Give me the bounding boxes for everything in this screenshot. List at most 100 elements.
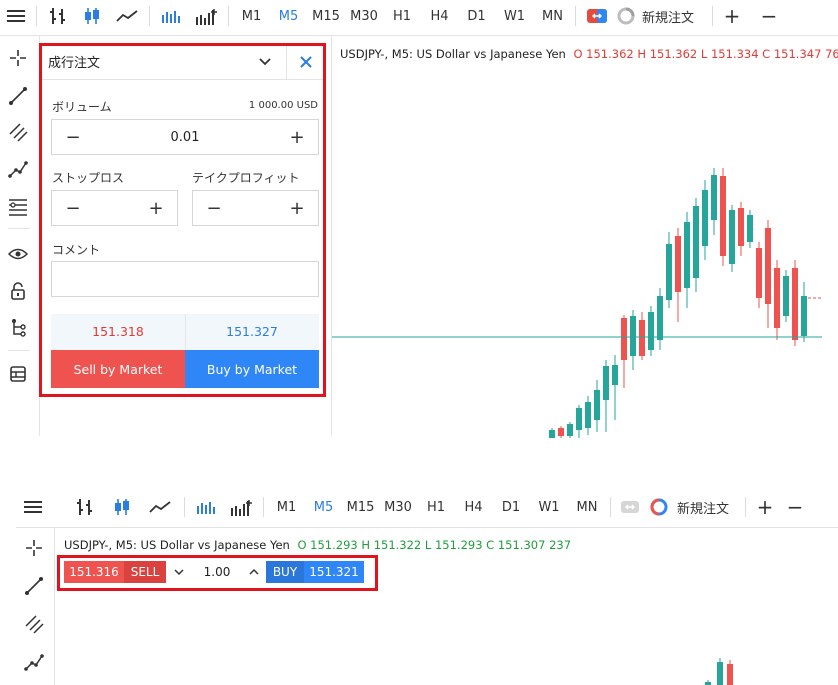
timeframe-h4[interactable]: H4 bbox=[455, 491, 492, 523]
candlestick-icon[interactable] bbox=[104, 491, 140, 523]
timeframe-m30[interactable]: M30 bbox=[379, 491, 417, 523]
candle-body bbox=[711, 175, 717, 220]
channel-icon[interactable] bbox=[18, 608, 50, 640]
candle-body bbox=[727, 664, 733, 685]
timeframe-m5[interactable]: M5 bbox=[305, 491, 342, 523]
toolbar-divider bbox=[0, 35, 838, 36]
toolbar-separator bbox=[745, 497, 746, 517]
trendline-icon[interactable] bbox=[18, 570, 50, 602]
candle-body bbox=[702, 190, 708, 246]
timeframe-h4[interactable]: H4 bbox=[421, 0, 458, 32]
indicators-icon[interactable] bbox=[223, 491, 259, 523]
candle-body bbox=[612, 365, 618, 385]
candle-body bbox=[603, 366, 609, 400]
toolbar-separator bbox=[228, 6, 229, 26]
candle-body bbox=[666, 244, 672, 300]
candle-body bbox=[657, 296, 663, 340]
zoom-in-button[interactable]: + bbox=[750, 491, 780, 523]
chart-symbol: USDJPY-, M5: US Dollar vs Japanese Yen bbox=[340, 47, 566, 61]
toolbar-separator bbox=[149, 6, 150, 26]
polyline-icon[interactable] bbox=[18, 646, 50, 678]
candle-body bbox=[639, 320, 645, 356]
one-click-trading-icon[interactable] bbox=[580, 0, 614, 32]
chart-symbol-title: USDJPY-, M5: US Dollar vs Japanese Yen O… bbox=[340, 47, 838, 61]
zoom-out-button[interactable]: − bbox=[747, 0, 791, 32]
chart-ohlc: O 151.362 H 151.362 L 151.334 C 151.347 … bbox=[573, 47, 838, 61]
timeframe-m30[interactable]: M30 bbox=[345, 0, 383, 32]
crosshair-icon[interactable] bbox=[18, 532, 50, 564]
menu-icon[interactable] bbox=[0, 491, 66, 523]
candle-body bbox=[648, 312, 654, 350]
candle-body bbox=[621, 318, 627, 360]
candle-body bbox=[630, 316, 636, 356]
lock-icon[interactable] bbox=[2, 275, 34, 307]
timeframe-m15[interactable]: M15 bbox=[307, 0, 345, 32]
candle-body bbox=[576, 408, 582, 430]
trendline-icon[interactable] bbox=[2, 80, 34, 112]
timeframe-h1[interactable]: H1 bbox=[417, 491, 455, 523]
candle-body bbox=[558, 428, 564, 436]
timeframe-w1[interactable]: W1 bbox=[495, 0, 534, 32]
candle-body bbox=[684, 222, 690, 288]
bottom-candlestick-chart bbox=[705, 658, 733, 685]
layers-icon[interactable] bbox=[2, 358, 34, 390]
timeframe-m1[interactable]: M1 bbox=[268, 491, 305, 523]
line-chart-icon[interactable] bbox=[140, 491, 180, 523]
new-order-icon[interactable] bbox=[645, 491, 673, 523]
new-order-icon[interactable] bbox=[614, 0, 638, 32]
bar-chart-icon[interactable] bbox=[41, 0, 75, 32]
top-candlestick-chart bbox=[332, 168, 822, 438]
timeframe-w1[interactable]: W1 bbox=[530, 491, 568, 523]
highlight-order-panel bbox=[39, 43, 326, 397]
timeframe-d1[interactable]: D1 bbox=[492, 491, 530, 523]
timeframe-m15[interactable]: M15 bbox=[342, 491, 379, 523]
candle-body bbox=[792, 268, 798, 340]
candle-body bbox=[567, 424, 573, 436]
menu-icon[interactable] bbox=[0, 0, 32, 32]
timeframe-d1[interactable]: D1 bbox=[458, 0, 495, 32]
candle-body bbox=[738, 208, 744, 246]
chart-ohlc: O 151.293 H 151.322 L 151.293 C 151.307 … bbox=[297, 538, 572, 552]
bottom-toolbar: M1 M5 M15 M30 H1 H4 D1 W1 MN 新規注文 + − bbox=[0, 491, 838, 523]
candle-body bbox=[549, 430, 555, 438]
line-chart-icon[interactable] bbox=[109, 0, 145, 32]
crosshair-icon[interactable] bbox=[2, 42, 34, 74]
indicators-icon[interactable] bbox=[188, 0, 224, 32]
candle-body bbox=[693, 206, 699, 278]
timeframe-m5[interactable]: M5 bbox=[270, 0, 307, 32]
new-order-button[interactable]: 新規注文 bbox=[673, 491, 741, 523]
eye-icon[interactable] bbox=[2, 238, 34, 270]
toolbar-separator bbox=[712, 6, 713, 26]
one-click-trading-icon[interactable] bbox=[615, 491, 645, 523]
candle-body bbox=[675, 236, 681, 292]
timeframe-mn[interactable]: MN bbox=[568, 491, 606, 523]
candlestick-icon[interactable] bbox=[75, 0, 109, 32]
timeframe-h1[interactable]: H1 bbox=[383, 0, 421, 32]
left-toolbar-separator bbox=[8, 228, 30, 229]
toolbar-separator bbox=[184, 497, 185, 517]
fibonacci-icon[interactable] bbox=[2, 191, 34, 223]
candle-body bbox=[720, 176, 726, 256]
highlight-one-click-bar bbox=[57, 555, 378, 591]
toolbar-divider bbox=[16, 527, 838, 528]
object-tree-icon[interactable] bbox=[2, 312, 34, 344]
chart-symbol: USDJPY-, M5: US Dollar vs Japanese Yen bbox=[64, 538, 290, 552]
bar-chart-icon[interactable] bbox=[66, 491, 104, 523]
toolbar-separator bbox=[610, 497, 611, 517]
left-toolbar-separator bbox=[8, 350, 30, 351]
channel-icon[interactable] bbox=[2, 116, 34, 148]
left-toolbar-divider bbox=[54, 528, 55, 685]
timeframe-m1[interactable]: M1 bbox=[233, 0, 270, 32]
timeframe-mn[interactable]: MN bbox=[534, 0, 571, 32]
zoom-in-button[interactable]: + bbox=[717, 0, 747, 32]
volume-icon[interactable] bbox=[189, 491, 223, 523]
candle-body bbox=[783, 276, 789, 316]
volume-icon[interactable] bbox=[154, 0, 188, 32]
candle-body bbox=[717, 662, 723, 685]
zoom-out-button[interactable]: − bbox=[780, 491, 810, 523]
new-order-button[interactable]: 新規注文 bbox=[638, 0, 708, 32]
candle-body bbox=[756, 248, 762, 298]
candle-body bbox=[585, 402, 591, 428]
candle-body bbox=[765, 228, 771, 304]
polyline-icon[interactable] bbox=[2, 153, 34, 185]
